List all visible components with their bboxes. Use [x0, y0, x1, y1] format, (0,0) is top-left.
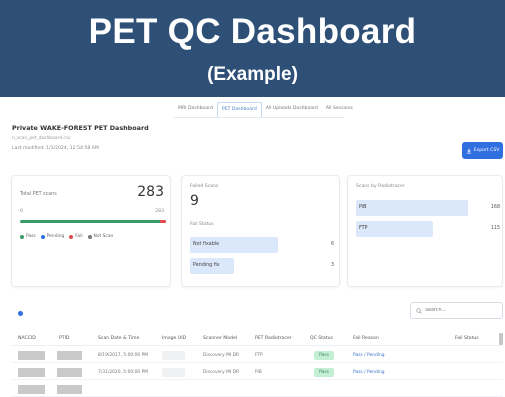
- tracer-cell: FTP: [255, 353, 263, 358]
- dashboard-screenshot: MRI Dashboard PET Dashboard All Uploads …: [0, 97, 505, 397]
- total-scans-card: Total PET scans 283 0 283 Pass Pending F…: [11, 175, 171, 287]
- export-csv-button[interactable]: Export CSV: [462, 142, 503, 159]
- search-icon: [416, 307, 422, 314]
- progress-max: 283: [155, 209, 164, 214]
- search-box[interactable]: [410, 302, 503, 319]
- source-filename: n_scan_pet_dashboard.csv: [12, 136, 71, 141]
- fail-dot-icon: [69, 234, 74, 239]
- status-legend: Pass Pending Fail Not Scan: [20, 234, 113, 239]
- col-image-uid[interactable]: Image UID: [162, 336, 186, 341]
- failed-scans-count: 9: [190, 193, 199, 209]
- scanner-cell: Discovery MI DR: [203, 353, 239, 358]
- pending-dot-icon: [40, 234, 45, 239]
- radiotracer-label: Scans by Radiotracer: [356, 184, 405, 189]
- col-scan-date[interactable]: Scan Date & Time: [98, 336, 139, 341]
- bar-label: PiB: [359, 205, 367, 210]
- redacted-image-uid: [162, 368, 185, 377]
- redacted-naccid: [18, 385, 45, 394]
- scanner-cell: Discovery MI DR: [203, 370, 239, 375]
- last-modified: Last modified: 1/1/2024, 12:54:58 AM: [12, 146, 99, 151]
- redacted-naccid: [18, 351, 45, 360]
- bar-value: 6: [330, 242, 334, 247]
- bar-label: FTP: [359, 226, 368, 231]
- redacted-naccid: [18, 368, 45, 377]
- fail-status-bar-pending-fix: Pending fix 3: [190, 258, 336, 274]
- tracer-cell: PiB: [255, 370, 262, 375]
- bar-fill: [356, 200, 469, 216]
- legend-pending: Pending: [40, 234, 64, 239]
- banner-title: PET QC Dashboard: [88, 12, 417, 51]
- scan-date-cell: 8/19/2017, 5:00:00 PM: [98, 353, 149, 358]
- tab-all-uploads-dashboard[interactable]: All Uploads Dashboard: [262, 102, 322, 118]
- failed-scans-label: Failed Scans: [190, 184, 219, 189]
- status-dot-icon: [18, 311, 23, 316]
- col-naccid[interactable]: NACCID: [18, 336, 36, 341]
- redacted-ptid: [57, 368, 82, 377]
- fail-status-label: Fail Status: [190, 222, 214, 227]
- redacted-ptid: [57, 385, 82, 394]
- total-scans-label: Total PET scans: [20, 192, 57, 197]
- not-scan-dot-icon: [87, 234, 92, 239]
- radiotracer-card: Scans by Radiotracer PiB 168 FTP 115: [347, 175, 503, 287]
- col-scanner-model[interactable]: Scanner Model: [203, 336, 237, 341]
- qc-status-badge: Pass: [314, 351, 334, 360]
- tab-pet-dashboard[interactable]: PET Dashboard: [216, 102, 262, 118]
- fail-segment: [160, 220, 166, 223]
- col-fail-status[interactable]: Fail Status: [455, 336, 479, 341]
- col-ptid[interactable]: PTID: [59, 336, 69, 341]
- legend-not-scan: Not Scan: [87, 234, 113, 239]
- bar-label: Pending fix: [193, 263, 220, 268]
- table-row[interactable]: 8/19/2017, 5:00:00 PM Discovery MI DR FT…: [11, 348, 503, 363]
- tab-mri-dashboard[interactable]: MRI Dashboard: [174, 102, 217, 118]
- tab-all-sessions[interactable]: All Sessions: [322, 102, 357, 118]
- legend-fail: Fail: [69, 234, 83, 239]
- banner-subtitle: (Example): [207, 64, 298, 85]
- qc-progress-bar: [20, 220, 166, 223]
- table-row[interactable]: 7/31/2020, 5:00:00 PM Discovery MI DR Pi…: [11, 365, 503, 380]
- fail-status-bar-not-fixable: Not fixable 6: [190, 237, 336, 253]
- pass-dot-icon: [20, 234, 24, 239]
- download-icon: [466, 148, 471, 153]
- search-input[interactable]: [425, 308, 495, 313]
- table-scrollbar[interactable]: [499, 333, 503, 345]
- bar-label: Not fixable: [193, 242, 220, 247]
- redacted-ptid: [57, 351, 82, 360]
- bar-value: 3: [330, 263, 334, 268]
- table-row[interactable]: [11, 382, 503, 397]
- redacted-image-uid: [162, 351, 185, 360]
- bar-value: 115: [490, 226, 500, 231]
- export-csv-label: Export CSV: [473, 148, 500, 153]
- fail-reason-link[interactable]: Pass / Pending: [353, 370, 385, 375]
- title-banner: PET QC Dashboard (Example): [0, 0, 505, 97]
- legend-pass: Pass: [20, 234, 36, 239]
- table-header: NACCID PTID Scan Date & Time Image UID S…: [11, 330, 503, 346]
- col-fail-reason[interactable]: Fail Reason: [353, 336, 379, 341]
- col-qc-status[interactable]: QC Status: [310, 336, 333, 341]
- col-pet-radiotracer[interactable]: PET Radiotracer: [255, 336, 292, 341]
- radiotracer-bar-ftp: FTP 115: [356, 221, 502, 237]
- total-scans-count: 283: [137, 184, 164, 200]
- progress-min: 0: [20, 209, 23, 214]
- qc-status-badge: Pass: [314, 368, 334, 377]
- dashboard-tabs: MRI Dashboard PET Dashboard All Uploads …: [174, 102, 357, 118]
- bar-value: 168: [490, 205, 500, 210]
- page-title: Private WAKE-FOREST PET Dashboard: [12, 124, 149, 132]
- tab-divider: [174, 117, 344, 118]
- scan-date-cell: 7/31/2020, 5:00:00 PM: [98, 370, 149, 375]
- fail-reason-link[interactable]: Pass / Pending: [353, 353, 385, 358]
- radiotracer-bar-pib: PiB 168: [356, 200, 502, 216]
- failed-scans-card: Failed Scans 9 Fail Status Not fixable 6…: [181, 175, 340, 287]
